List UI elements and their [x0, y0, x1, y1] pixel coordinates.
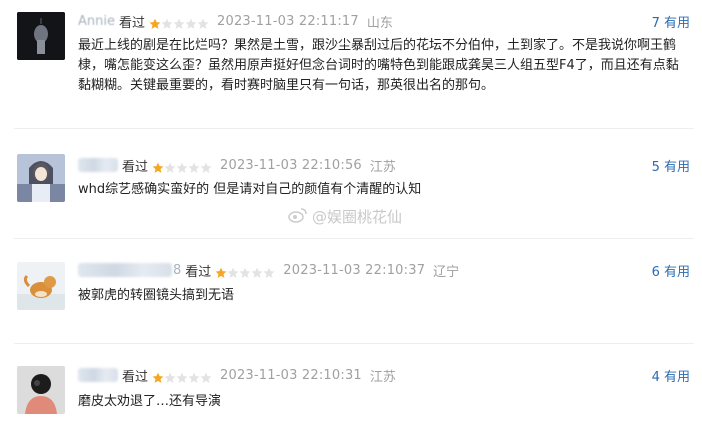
username-link[interactable] — [78, 368, 118, 382]
star-empty-icon — [164, 159, 176, 173]
star-filled-icon — [149, 15, 161, 29]
avatar[interactable] — [17, 366, 65, 414]
username-blurred[interactable] — [78, 263, 172, 277]
comment-meta: 看过 2023-11-03 22:10:31 江苏 — [78, 364, 396, 386]
avatar[interactable] — [17, 12, 65, 60]
star-empty-icon — [176, 159, 188, 173]
comment-location: 山东 — [366, 15, 393, 31]
comment-time: 2023-11-03 22:10:31 — [220, 367, 362, 383]
useful-count: 5 — [651, 160, 660, 175]
comment-location: 江苏 — [369, 369, 396, 385]
star-empty-icon — [251, 264, 263, 278]
watermark: @娱圈桃花仙 — [288, 206, 402, 227]
comment-time: 2023-11-03 22:10:56 — [220, 157, 362, 173]
rating-stars — [152, 369, 212, 383]
star-empty-icon — [164, 369, 176, 383]
useful-label: 有用 — [663, 370, 690, 385]
useful-count: 6 — [651, 265, 660, 280]
star-empty-icon — [161, 15, 173, 29]
star-empty-icon — [173, 15, 185, 29]
weibo-icon — [288, 207, 308, 227]
comment-text: 被郭虎的转圈镜头搞到无语 — [78, 288, 235, 303]
star-filled-icon — [152, 369, 164, 383]
star-empty-icon — [200, 369, 212, 383]
rating-stars — [149, 15, 209, 29]
star-empty-icon — [188, 159, 200, 173]
comment-location: 辽宁 — [433, 264, 460, 280]
useful-vote[interactable]: 4 有用 — [652, 366, 690, 385]
divider — [14, 128, 694, 129]
star-empty-icon — [239, 264, 251, 278]
watch-status: 看过 — [122, 159, 149, 175]
star-empty-icon — [188, 369, 200, 383]
username-link[interactable] — [78, 158, 118, 172]
avatar[interactable] — [17, 262, 65, 310]
star-empty-icon — [200, 159, 212, 173]
star-empty-icon — [197, 15, 209, 29]
comment-text: 磨皮太劝退了…还有导演 — [78, 394, 222, 409]
star-empty-icon — [176, 369, 188, 383]
star-empty-icon — [185, 15, 197, 29]
comment-meta: 8 看过 2023-11-03 22:10:37 辽宁 — [78, 259, 459, 281]
useful-vote[interactable]: 6 有用 — [652, 261, 690, 280]
comment-location: 江苏 — [369, 159, 396, 175]
star-filled-icon — [215, 264, 227, 278]
watch-status: 看过 — [118, 15, 145, 31]
star-empty-icon — [227, 264, 239, 278]
useful-count: 7 — [651, 16, 660, 31]
divider — [14, 343, 694, 344]
watch-status: 看过 — [185, 264, 212, 280]
comment-text: 最近上线的剧是在比烂吗？果然是土雪，跟沙尘暴刮过后的花坛不分伯仲，土到家了。不是… — [78, 38, 679, 93]
divider — [14, 238, 694, 239]
useful-label: 有用 — [663, 160, 690, 175]
useful-vote[interactable]: 5 有用 — [652, 156, 690, 175]
useful-count: 4 — [651, 370, 660, 385]
useful-vote[interactable]: 7 有用 — [652, 12, 690, 31]
rating-stars — [152, 159, 212, 173]
star-empty-icon — [263, 264, 275, 278]
star-filled-icon — [152, 159, 164, 173]
username-link[interactable]: Annie — [78, 14, 115, 29]
watch-status: 看过 — [122, 369, 149, 385]
comment-meta: Annie 看过 2023-11-03 22:11:17 山东 — [78, 10, 393, 32]
rating-stars — [215, 264, 275, 278]
useful-label: 有用 — [663, 16, 690, 31]
comment-time: 2023-11-03 22:10:37 — [283, 262, 426, 278]
comment-text: whd综艺感确实蛮好的 但是请对自己的颜值有个清醒的认知 — [78, 182, 422, 197]
avatar[interactable] — [17, 154, 65, 202]
username-suffix: 8 — [173, 262, 182, 278]
watermark-text: @娱圈桃花仙 — [312, 208, 403, 226]
comment-time: 2023-11-03 22:11:17 — [217, 13, 359, 29]
useful-label: 有用 — [663, 265, 690, 280]
comment-meta: 看过 2023-11-03 22:10:56 江苏 — [78, 154, 396, 176]
